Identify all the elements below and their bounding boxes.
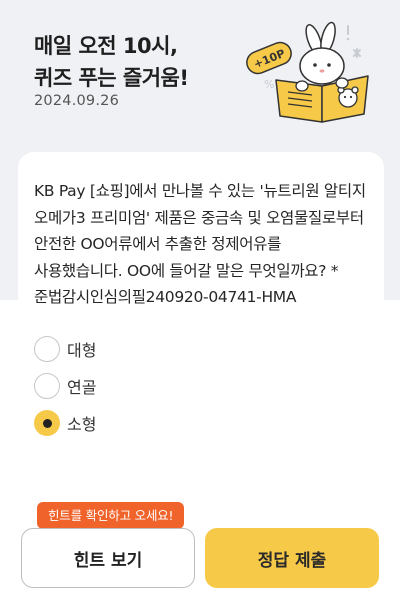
radio-button-selected[interactable] (34, 410, 60, 436)
page-title: 매일 오전 10시, 퀴즈 푸는 즐거움! (34, 34, 189, 90)
points-badge: +10P (246, 41, 292, 75)
radio-button[interactable] (34, 336, 60, 362)
hint-button[interactable]: 힌트 보기 (21, 528, 195, 588)
hint-tooltip: 힌트를 확인하고 오세요! (37, 502, 185, 529)
option-label: 소형 (67, 415, 97, 434)
quiz-date: 2024.09.26 (34, 93, 120, 109)
rabbit-reading-book-illustration: % +10P (246, 21, 369, 123)
answer-options: 대형 연골 소형 (34, 336, 96, 447)
question-text: KB Pay [쇼핑]에서 만나볼 수 있는 '뉴트리원 알티지 오메가3 프리… (34, 182, 366, 306)
submit-answer-button[interactable]: 정답 제출 (205, 528, 379, 588)
option-small[interactable]: 소형 (34, 410, 96, 436)
option-cartilage[interactable]: 연골 (34, 373, 96, 399)
option-large[interactable]: 대형 (34, 336, 96, 362)
option-label: 연골 (67, 378, 97, 397)
sparkle-icon (346, 25, 361, 58)
percent-icon: % (264, 78, 274, 91)
option-label: 대형 (67, 341, 97, 360)
radio-button[interactable] (34, 373, 60, 399)
